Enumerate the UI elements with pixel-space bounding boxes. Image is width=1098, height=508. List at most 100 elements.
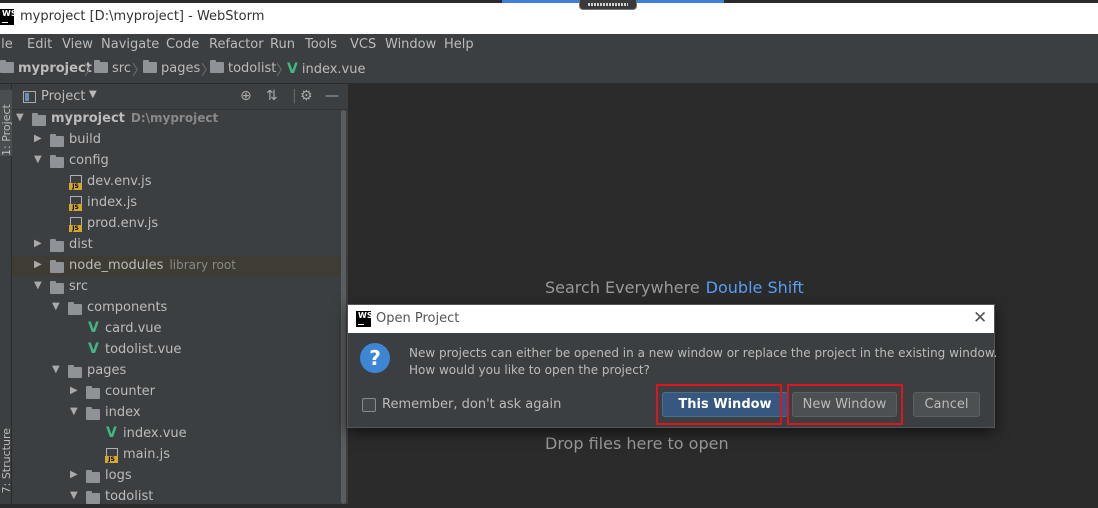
breadcrumb-pages[interactable]: pages bbox=[143, 60, 200, 76]
tree-item-label: todolist.vue bbox=[105, 342, 182, 357]
js-file-icon bbox=[69, 196, 82, 215]
chevron-right-icon[interactable]: ▶ bbox=[70, 469, 78, 480]
tree-item-logs[interactable]: ▶ logs bbox=[12, 466, 348, 487]
tree-item-label: main.js bbox=[123, 447, 170, 462]
project-panel-header: Project ▼ ⊕ ⇅ | ⚙ — bbox=[12, 84, 348, 110]
tree-item-components[interactable]: ▼ components bbox=[12, 298, 348, 319]
menu-refactor[interactable]: Refactor bbox=[209, 37, 264, 52]
tree-item-label: index bbox=[105, 405, 141, 420]
tree-item-detail: D:\myproject bbox=[130, 111, 219, 125]
dialog-title-bar[interactable]: WS Open Project ✕ bbox=[348, 305, 994, 333]
dialog-title: Open Project bbox=[376, 311, 460, 326]
window-title: myproject [D:\myproject] - WebStorm bbox=[20, 9, 265, 24]
tree-item-counter[interactable]: ▶ counter bbox=[12, 382, 348, 403]
vue-file-icon: V bbox=[88, 320, 99, 336]
breadcrumb-myproject[interactable]: myproject bbox=[0, 60, 92, 76]
tree-item-label: counter bbox=[105, 384, 156, 399]
tree-item-todolist-vue[interactable]: V todolist.vue bbox=[12, 340, 348, 361]
folder-icon bbox=[210, 60, 224, 73]
tree-item-main-js[interactable]: main.js bbox=[12, 445, 348, 466]
shortcut-label: Double Shift bbox=[705, 278, 804, 297]
tree-item-dist[interactable]: ▶ dist bbox=[12, 235, 348, 256]
breadcrumb-src[interactable]: src bbox=[94, 60, 131, 76]
folder-icon bbox=[50, 155, 68, 171]
folder-icon bbox=[143, 60, 157, 73]
breadcrumb-index-vue[interactable]: Vindex.vue bbox=[287, 61, 365, 77]
tree-item-label: myproject D:\myproject bbox=[51, 111, 219, 126]
tree-item-myproject[interactable]: ▼ myproject D:\myproject bbox=[12, 109, 348, 130]
tool-window-strip: 1: Project 7: Structure bbox=[0, 84, 13, 504]
menu-edit[interactable]: Edit bbox=[27, 37, 52, 52]
vue-file-icon: V bbox=[106, 425, 117, 441]
chevron-right-icon[interactable]: ▶ bbox=[34, 238, 42, 249]
breadcrumb-todolist[interactable]: todolist bbox=[210, 60, 276, 76]
tree-item-label: logs bbox=[105, 468, 132, 483]
chevron-down-icon[interactable]: ▼ bbox=[34, 154, 42, 165]
menu-file[interactable]: File bbox=[0, 37, 13, 52]
chevron-down-icon[interactable]: ▼ bbox=[34, 280, 42, 291]
tree-item-pages[interactable]: ▼ pages bbox=[12, 361, 348, 382]
close-icon[interactable]: ✕ bbox=[973, 308, 987, 328]
tree-item-todolist[interactable]: ▼ todolist bbox=[12, 487, 348, 508]
js-file-icon bbox=[69, 175, 82, 194]
menu-view[interactable]: View bbox=[62, 37, 93, 52]
breadcrumb-label: myproject bbox=[18, 61, 92, 76]
tree-item-label: src bbox=[69, 279, 88, 294]
chevron-down-icon[interactable]: ▼ bbox=[70, 406, 78, 417]
cancel-button[interactable]: Cancel bbox=[913, 392, 980, 417]
tree-item-node-modules[interactable]: ▶ node_modules library root bbox=[12, 256, 348, 277]
locate-icon[interactable]: ⊕ bbox=[240, 88, 252, 104]
chevron-down-icon[interactable]: ▼ bbox=[52, 364, 60, 375]
chevron-down-icon[interactable]: ▼ bbox=[89, 89, 97, 100]
folder-icon bbox=[86, 386, 104, 402]
chevron-down-icon[interactable]: ▼ bbox=[70, 490, 78, 501]
divider: | bbox=[292, 88, 297, 104]
tab-structure[interactable]: 7: Structure bbox=[0, 428, 13, 493]
chevron-right-icon[interactable]: ▶ bbox=[34, 133, 42, 144]
folder-icon bbox=[68, 302, 86, 318]
menu-window[interactable]: Window bbox=[385, 37, 436, 52]
project-panel: Project ▼ ⊕ ⇅ | ⚙ — ▼ myproject D:\myproj… bbox=[12, 84, 348, 504]
chevron-right-icon[interactable]: ▶ bbox=[34, 259, 42, 270]
this-window-highlight bbox=[656, 384, 782, 425]
chevron-right-icon[interactable]: ▶ bbox=[70, 385, 78, 396]
tree-item-card-vue[interactable]: V card.vue bbox=[12, 319, 348, 340]
chevron-down-icon[interactable]: ▼ bbox=[52, 301, 60, 312]
project-view-selector[interactable]: Project bbox=[41, 89, 85, 104]
scrollbar-thumb[interactable] bbox=[341, 110, 346, 504]
menu-tools[interactable]: Tools bbox=[305, 37, 337, 52]
webstorm-logo-icon: WS bbox=[0, 9, 17, 25]
tree-item-index-vue[interactable]: V index.vue bbox=[12, 424, 348, 445]
hide-icon[interactable]: — bbox=[325, 88, 339, 104]
tree-item-src[interactable]: ▼ src bbox=[12, 277, 348, 298]
folder-icon bbox=[86, 470, 104, 486]
tree-scrollbar[interactable] bbox=[340, 110, 347, 504]
tree-item-index-js[interactable]: index.js bbox=[12, 193, 348, 214]
tree-item-prod-env-js[interactable]: prod.env.js bbox=[12, 214, 348, 235]
menu-navigate[interactable]: Navigate bbox=[101, 37, 159, 52]
drag-handle-icon[interactable] bbox=[579, 0, 637, 10]
collapse-all-icon[interactable]: ⇅ bbox=[266, 88, 278, 104]
folder-icon bbox=[50, 134, 68, 150]
vue-file-icon: V bbox=[287, 61, 298, 77]
js-file-icon bbox=[105, 448, 118, 467]
gear-icon[interactable]: ⚙ bbox=[300, 88, 313, 104]
menu-vcs[interactable]: VCS bbox=[350, 37, 376, 52]
tree-item-config[interactable]: ▼ config bbox=[12, 151, 348, 172]
tree-item-build[interactable]: ▶ build bbox=[12, 130, 348, 151]
breadcrumb-label: src bbox=[112, 61, 131, 76]
menu-help[interactable]: Help bbox=[444, 37, 474, 52]
menu-code[interactable]: Code bbox=[166, 37, 199, 52]
title-bar: WS myproject [D:\myproject] - WebStorm bbox=[0, 0, 1098, 34]
menu-run[interactable]: Run bbox=[270, 37, 295, 52]
remember-checkbox[interactable] bbox=[362, 398, 376, 412]
tree-item-dev-env-js[interactable]: dev.env.js bbox=[12, 172, 348, 193]
tree-item-index[interactable]: ▼ index bbox=[12, 403, 348, 424]
search-everywhere-hint: Search Everywhere Double Shift bbox=[545, 278, 804, 297]
chevron-down-icon[interactable]: ▼ bbox=[16, 112, 24, 123]
tab-project[interactable]: 1: Project bbox=[0, 90, 13, 156]
remember-checkbox-label[interactable]: Remember, don't ask again bbox=[382, 397, 561, 412]
project-view-icon bbox=[23, 91, 36, 103]
breadcrumb: myproject 〉 src 〉 pages 〉 todolist 〉 Vin… bbox=[0, 56, 1098, 84]
menu-bar: File Edit View Navigate Code Refactor Ru… bbox=[0, 34, 1098, 56]
